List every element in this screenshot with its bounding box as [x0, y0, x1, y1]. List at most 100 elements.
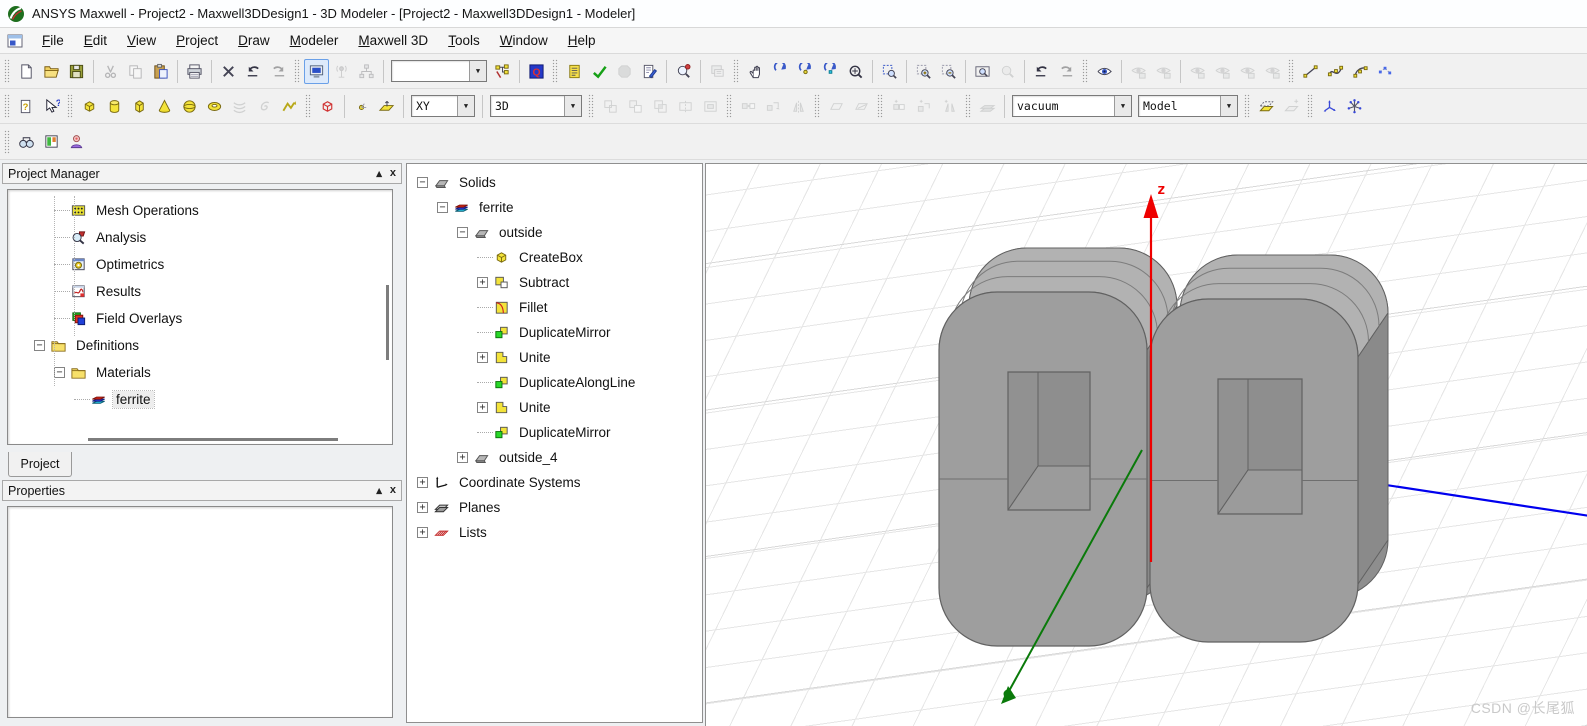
zoom-window-button[interactable]	[970, 59, 995, 84]
global-cs-button[interactable]	[1342, 94, 1367, 119]
toolbar-grip[interactable]	[305, 94, 311, 118]
pan-button[interactable]	[743, 59, 768, 84]
imprint-button[interactable]	[698, 94, 723, 119]
thicken-sheet-button[interactable]	[975, 94, 1000, 119]
draw-sphere-button[interactable]	[177, 94, 202, 119]
open-button[interactable]	[39, 59, 64, 84]
toolbar-grip[interactable]	[1244, 94, 1250, 118]
tree-item-duplicatemirror[interactable]: DuplicateMirror	[411, 420, 702, 445]
expander-minus-icon[interactable]: −	[417, 177, 428, 188]
draw-sweep-button[interactable]	[277, 94, 302, 119]
tree-item-mesh-operations[interactable]: Mesh Operations	[8, 197, 392, 224]
copy-image-button[interactable]	[705, 59, 730, 84]
rotate-model-center-button[interactable]	[768, 59, 793, 84]
menu-item-window[interactable]: Window	[490, 29, 558, 53]
subtract-button[interactable]	[623, 94, 648, 119]
expander-plus-icon[interactable]: +	[477, 277, 488, 288]
expander-plus-icon[interactable]: +	[417, 527, 428, 538]
rotate-axis-button[interactable]	[793, 59, 818, 84]
tree-item-field-overlays[interactable]: Field Overlays	[8, 305, 392, 332]
section-button[interactable]	[824, 94, 849, 119]
toolbar-grip[interactable]	[588, 94, 594, 118]
tree-item-duplicatealongline[interactable]: DuplicateAlongLine	[411, 370, 702, 395]
toolbar-grip[interactable]	[814, 94, 820, 118]
draw-arc-button[interactable]	[1348, 59, 1373, 84]
create-cs-button[interactable]	[1317, 94, 1342, 119]
orient-view-button[interactable]	[1092, 59, 1117, 84]
toolbar-grip[interactable]	[4, 94, 10, 118]
expander-minus-icon[interactable]: −	[437, 202, 448, 213]
chevron-down-icon[interactable]: ▼	[469, 61, 486, 81]
toolbar-grip[interactable]	[552, 59, 558, 83]
material-combo[interactable]: vacuum ▼	[1012, 95, 1132, 117]
tree-item-unite[interactable]: + Unite	[411, 345, 702, 370]
drawing-plane-combo[interactable]: XY ▼	[411, 95, 475, 117]
tree-item-outside-4[interactable]: + outside_4	[411, 445, 702, 470]
duplicate-line-button[interactable]	[912, 94, 937, 119]
draw-spline-button[interactable]	[1323, 59, 1348, 84]
edit-points-button[interactable]	[1373, 59, 1398, 84]
menu-item-maxwell-3d[interactable]: Maxwell 3D	[348, 29, 438, 53]
unite-button[interactable]	[598, 94, 623, 119]
expander-plus-icon[interactable]: +	[477, 402, 488, 413]
fit-all-button[interactable]	[995, 59, 1020, 84]
draw-point-button[interactable]	[349, 94, 374, 119]
draw-torus-button[interactable]	[202, 94, 227, 119]
draw-cylinder-button[interactable]	[102, 94, 127, 119]
draw-cone-button[interactable]	[152, 94, 177, 119]
move-button[interactable]	[736, 94, 761, 119]
toolbar-grip[interactable]	[4, 59, 10, 83]
swap-button[interactable]	[761, 94, 786, 119]
paste-button[interactable]	[148, 59, 173, 84]
close-panel-icon[interactable]: x	[390, 484, 396, 497]
split-button[interactable]	[673, 94, 698, 119]
view-dimension-combo[interactable]: 3D ▼	[490, 95, 582, 117]
expander-minus-icon[interactable]: −	[457, 227, 468, 238]
distributed-analyze-button[interactable]	[354, 59, 379, 84]
3d-viewport[interactable]: z CSDN @长尾狐	[705, 163, 1587, 726]
menu-item-project[interactable]: Project	[166, 29, 228, 53]
vertical-scrollbar[interactable]	[386, 285, 389, 360]
toolbar-grip[interactable]	[965, 94, 971, 118]
duplicate-mirror-button[interactable]	[887, 94, 912, 119]
tree-item-coordinate-systems[interactable]: + Coordinate Systems	[411, 470, 702, 495]
expander-minus-icon[interactable]: −	[34, 340, 45, 351]
chevron-down-icon[interactable]: ▼	[1220, 96, 1237, 116]
user-library-button[interactable]	[64, 129, 89, 154]
model-history-tree[interactable]: − Solids − ferrite − outside CreateBox + Subtrac…	[406, 163, 703, 723]
toolbar-grip[interactable]	[1307, 94, 1313, 118]
menu-item-draw[interactable]: Draw	[228, 29, 280, 53]
show-selection-button[interactable]	[1151, 59, 1176, 84]
edit-notes-button[interactable]	[637, 59, 662, 84]
tree-item-ferrite[interactable]: ferrite	[8, 386, 392, 413]
ferrite-core-model[interactable]	[938, 247, 1389, 647]
toolbar-grip[interactable]	[733, 59, 739, 83]
expander-plus-icon[interactable]: +	[477, 352, 488, 363]
draw-polyhedron-button[interactable]	[127, 94, 152, 119]
toolbar-grip[interactable]	[877, 94, 883, 118]
hide-all-views-button[interactable]	[1210, 59, 1235, 84]
chevron-down-icon[interactable]: ▼	[1114, 96, 1131, 116]
redo-button[interactable]	[266, 59, 291, 84]
tab-project[interactable]: Project	[8, 452, 72, 477]
tree-item-lists[interactable]: + Lists	[411, 520, 702, 545]
duplicate-rotate-button[interactable]	[937, 94, 962, 119]
field-quantity-button[interactable]: Q	[524, 59, 549, 84]
hide-active-view-button[interactable]	[1185, 59, 1210, 84]
toolbar-grip[interactable]	[4, 129, 10, 154]
analyze-button[interactable]	[304, 58, 329, 84]
cover-faces-button[interactable]	[849, 94, 874, 119]
draw-helix-button[interactable]	[227, 94, 252, 119]
show-all-views-button[interactable]	[1260, 59, 1285, 84]
tree-item-definitions[interactable]: − Definitions	[8, 332, 392, 359]
tree-item-analysis[interactable]: Analysis	[8, 224, 392, 251]
menu-item-file[interactable]: File	[32, 29, 74, 53]
menu-item-tools[interactable]: Tools	[438, 29, 490, 53]
model-sheet-button[interactable]	[1254, 94, 1279, 119]
menu-item-view[interactable]: View	[117, 29, 166, 53]
expander-plus-icon[interactable]: +	[457, 452, 468, 463]
menu-item-modeler[interactable]: Modeler	[280, 29, 349, 53]
expander-plus-icon[interactable]: +	[417, 477, 428, 488]
component-browser-button[interactable]	[39, 129, 64, 154]
tree-item-fillet[interactable]: Fillet	[411, 295, 702, 320]
